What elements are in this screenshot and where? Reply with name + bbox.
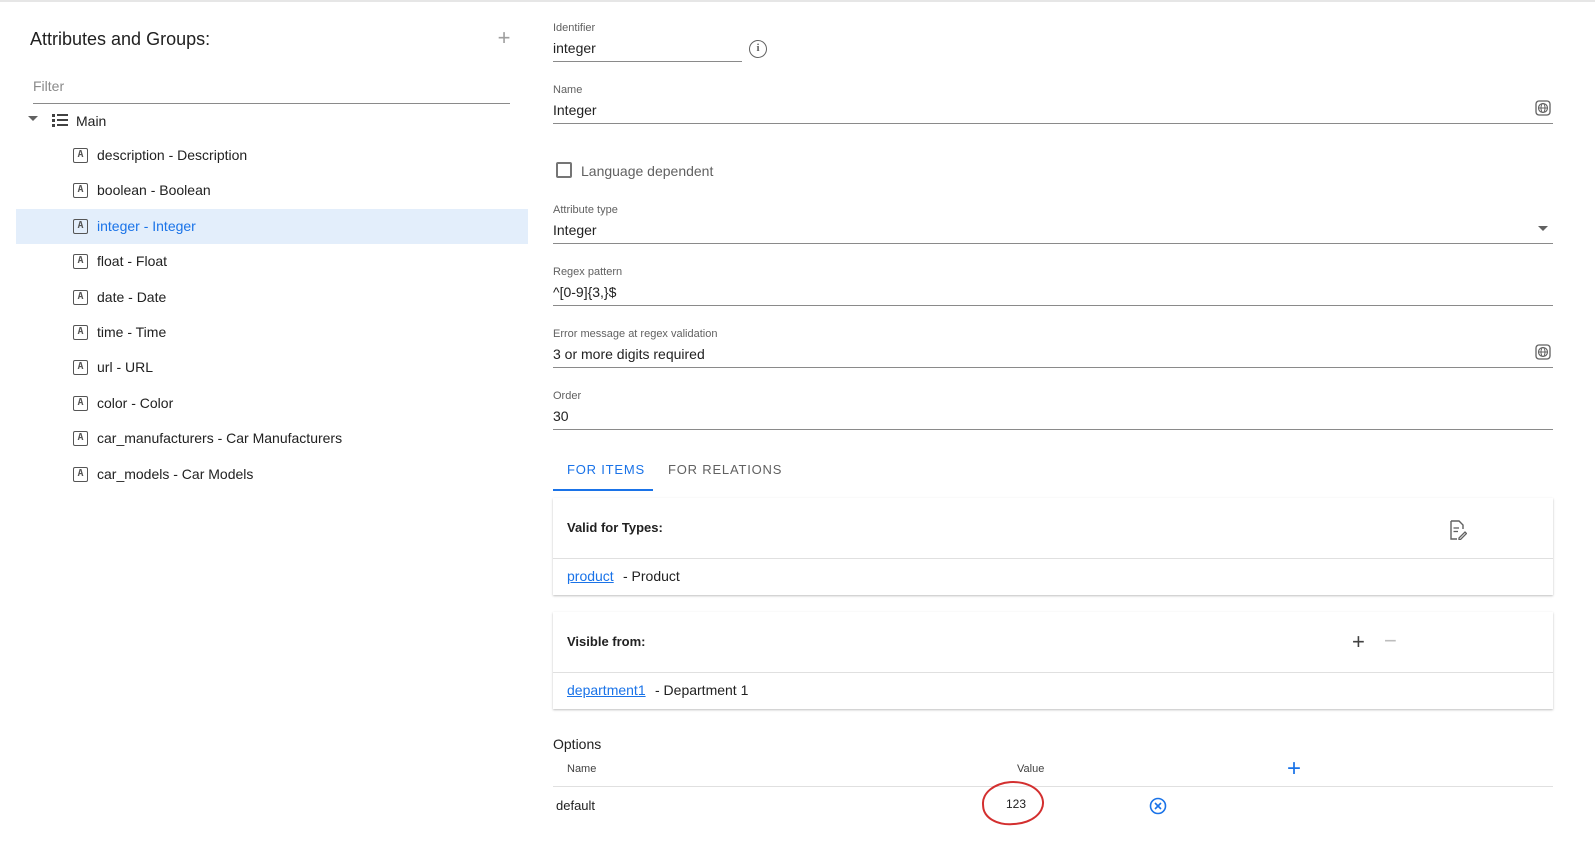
tree-group-main[interactable]: Main [16, 107, 528, 135]
identifier-underline [553, 61, 742, 62]
order-field[interactable]: 30 [553, 408, 569, 424]
attribute-icon: A [73, 467, 88, 482]
tree-item-label: float - Float [97, 253, 168, 269]
options-divider [553, 786, 1553, 787]
regex-label: Regex pattern [553, 266, 623, 278]
tree-item[interactable]: Acar_models - Car Models [16, 457, 528, 492]
tree-item-label: date - Date [97, 289, 167, 305]
tree-item-label: car_manufacturers - Car Manufacturers [97, 430, 343, 446]
tree-item-label: boolean - Boolean [97, 182, 211, 198]
tree-item-label: integer - Integer [97, 218, 196, 234]
list-icon [52, 113, 68, 128]
attribute-detail-form: Identifier integer i Name Integer Langua… [553, 0, 1553, 847]
edit-list-icon[interactable] [1449, 520, 1467, 540]
tree-item[interactable]: Acolor - Color [16, 386, 528, 421]
identifier-label: Identifier [553, 22, 596, 34]
department-description: - Department 1 [655, 682, 749, 698]
tab-active-indicator [553, 489, 653, 491]
card-divider [553, 558, 1553, 559]
identifier-field[interactable]: integer [553, 40, 596, 56]
tree-item-label: time - Time [97, 324, 167, 340]
tree-item-label: color - Color [97, 395, 174, 411]
tree-item[interactable]: Aboolean - Boolean [16, 173, 528, 208]
error-message-label: Error message at regex validation [553, 328, 718, 340]
attribute-icon: A [73, 325, 88, 340]
filter-input[interactable] [33, 78, 510, 94]
error-message-field[interactable]: 3 or more digits required [553, 346, 705, 362]
option-name[interactable]: default [556, 798, 595, 813]
valid-for-types-card: Valid for Types: product - Product [553, 498, 1553, 595]
tab-for-items[interactable]: FOR ITEMS [567, 462, 645, 477]
options-title: Options [553, 736, 602, 752]
tree-item[interactable]: Acar_manufacturers - Car Manufacturers [16, 421, 528, 456]
valid-for-types-title: Valid for Types: [567, 520, 663, 535]
attribute-icon: A [73, 148, 88, 163]
add-icon[interactable]: + [494, 27, 514, 49]
attribute-icon: A [73, 360, 88, 375]
department-link[interactable]: department1 [567, 682, 646, 698]
tab-for-relations[interactable]: FOR RELATIONS [668, 462, 782, 477]
options-col-name: Name [567, 763, 597, 775]
panel-title: Attributes and Groups: [30, 29, 211, 49]
attribute-icon: A [73, 290, 88, 305]
caret-down-icon[interactable] [28, 116, 38, 121]
attribute-icon: A [73, 396, 88, 411]
order-underline [553, 429, 1553, 430]
delete-option-icon[interactable] [1149, 797, 1167, 815]
error-message-underline [553, 367, 1553, 368]
attribute-icon: A [73, 219, 88, 234]
visible-from-card: Visible from: + − department1 - Departme… [553, 612, 1553, 709]
tree-item[interactable]: Afloat - Float [16, 244, 528, 279]
filter-field[interactable] [33, 78, 510, 104]
tree-group-label: Main [76, 113, 107, 129]
name-field[interactable]: Integer [553, 102, 597, 118]
regex-underline [553, 305, 1553, 306]
regex-field[interactable]: ^[0-9]{3,}$ [553, 284, 616, 300]
tree-item-label: url - URL [97, 359, 154, 375]
tree-item[interactable]: Ainteger - Integer [16, 209, 528, 244]
info-icon[interactable]: i [749, 40, 767, 58]
attribute-icon: A [73, 254, 88, 269]
tree-item[interactable]: Atime - Time [16, 315, 528, 350]
translate-globe-icon[interactable] [1535, 344, 1551, 360]
add-icon[interactable]: + [1352, 631, 1365, 653]
tree-item[interactable]: Aurl - URL [16, 350, 528, 385]
tree-item[interactable]: Adescription - Description [16, 138, 528, 173]
attribute-type-label: Attribute type [553, 204, 618, 216]
type-description: - Product [623, 568, 680, 584]
chevron-down-icon[interactable] [1538, 226, 1548, 231]
tree-item-label: car_models - Car Models [97, 466, 254, 482]
order-label: Order [553, 390, 582, 402]
visible-from-title: Visible from: [567, 634, 646, 649]
name-label: Name [553, 84, 583, 96]
remove-icon[interactable]: − [1384, 630, 1397, 652]
attribute-icon: A [73, 183, 88, 198]
add-option-icon[interactable]: + [1287, 757, 1301, 781]
card-divider [553, 672, 1553, 673]
attribute-type-select[interactable]: Integer [553, 222, 597, 238]
attribute-type-underline [553, 243, 1553, 244]
attribute-icon: A [73, 431, 88, 446]
language-dependent-label: Language dependent [581, 163, 714, 179]
options-col-value: Value [1017, 763, 1045, 775]
name-underline [553, 123, 1553, 124]
type-link[interactable]: product [567, 568, 614, 584]
attributes-panel: Attributes and Groups: + Main Adescripti… [16, 0, 528, 847]
tab-bar: FOR ITEMS FOR RELATIONS [553, 452, 1553, 492]
tree-item-label: description - Description [97, 147, 248, 163]
translate-globe-icon[interactable] [1535, 100, 1551, 116]
language-dependent-checkbox[interactable] [556, 162, 572, 178]
tree-item[interactable]: Adate - Date [16, 280, 528, 315]
